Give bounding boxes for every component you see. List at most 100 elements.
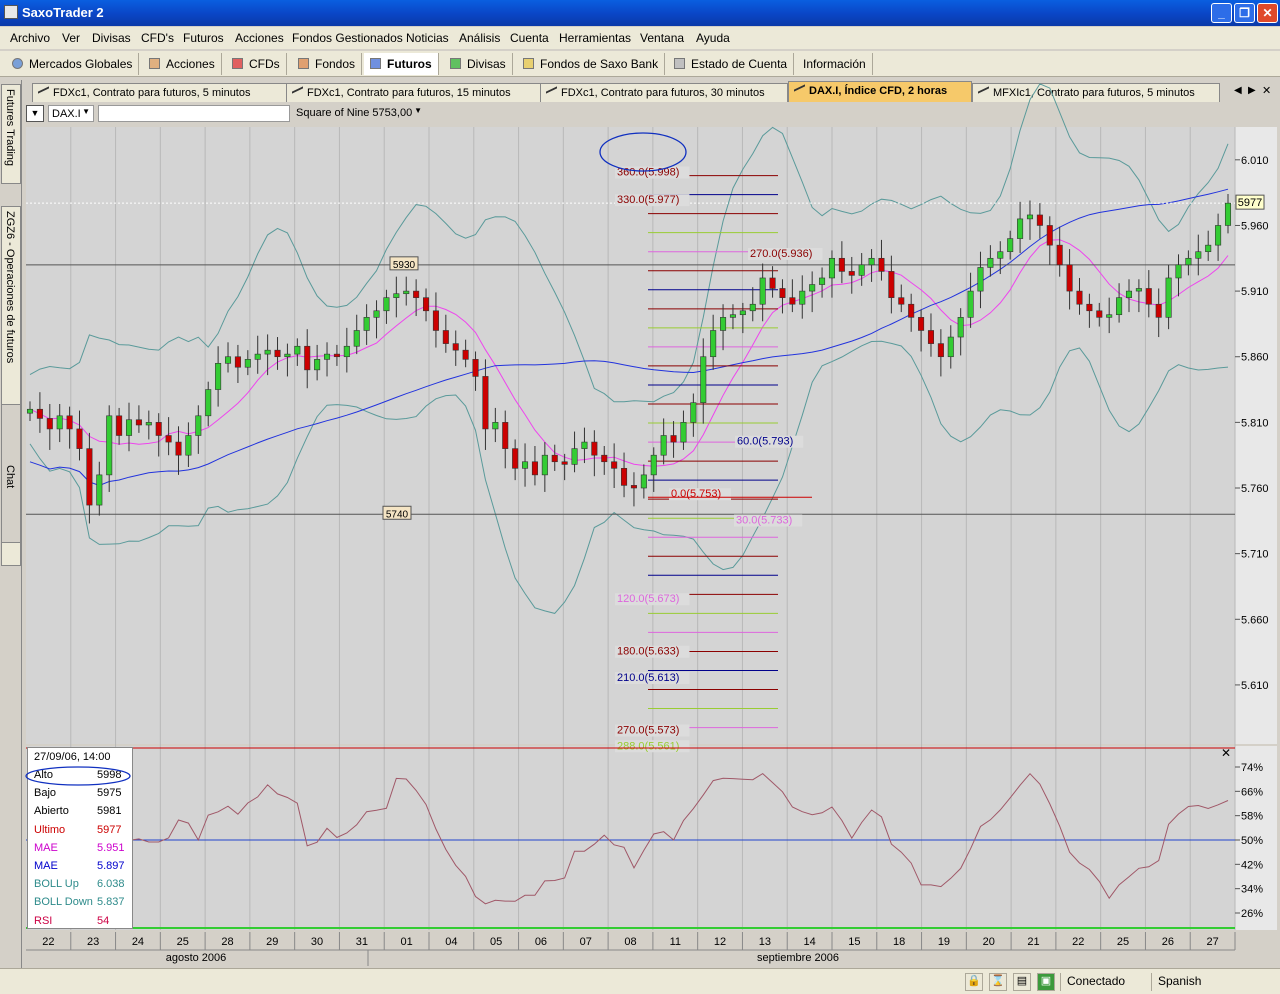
info-value: 5975 <box>97 787 122 800</box>
menu-herramientas[interactable]: Herramientas <box>559 31 631 45</box>
title-bar: SaxoTrader 2 _ ❐ ✕ <box>0 0 1280 26</box>
menu-divisas[interactable]: Divisas <box>92 31 131 45</box>
menu-cuenta[interactable]: Cuenta <box>510 31 549 45</box>
toolbar-divisas[interactable]: Divisas <box>444 53 513 75</box>
toolbar-mercados-globales[interactable]: Mercados Globales <box>6 53 140 75</box>
date-axis <box>26 932 1235 966</box>
info-row: MAE 5.897 <box>34 860 125 872</box>
chart-tab-icon <box>546 86 557 99</box>
rsi-close-icon[interactable]: ✕ <box>1221 746 1231 760</box>
chart-tab-icon <box>38 86 49 99</box>
menu-fondos-gestionados[interactable]: Fondos Gestionados <box>292 31 403 45</box>
tab-fdxc1-5m[interactable]: FDXc1, Contrato para futuros, 5 minutos <box>32 83 288 102</box>
price-axis <box>1235 127 1277 744</box>
side-tab-label: ZGZ6 - Operaciones de futuros <box>4 211 16 364</box>
symbol-search-input[interactable] <box>98 105 290 122</box>
info-label: RSI <box>34 914 53 927</box>
info-label: Bajo <box>34 787 57 800</box>
cfd-icon <box>232 58 243 69</box>
menu-futuros[interactable]: Futuros <box>183 31 224 45</box>
side-tab-notes-icon[interactable] <box>1 542 21 566</box>
side-tab-futures-trading[interactable]: Futures Trading <box>1 84 21 184</box>
tab-fdxc1-15m[interactable]: FDXc1, Contrato para futuros, 15 minutos <box>286 83 542 102</box>
secure-lock-icon[interactable]: ▣ <box>1037 973 1055 991</box>
minimize-button[interactable]: _ <box>1211 3 1232 23</box>
toolbar-label: Divisas <box>467 57 506 71</box>
tab-mfxic1-5m[interactable]: MFXIc1, Contrato para futuros, 5 minutos <box>972 83 1220 102</box>
menu-acciones[interactable]: Acciones <box>235 31 284 45</box>
tab-scroll-right-icon[interactable]: ▶ <box>1248 85 1256 96</box>
info-value: 5.951 <box>97 841 125 854</box>
language-status[interactable]: Spanish <box>1151 973 1271 991</box>
tab-close-icon[interactable]: ✕ <box>1262 84 1271 97</box>
tab-scroll-left-icon[interactable]: ◀ <box>1234 85 1242 96</box>
main-toolbar: Mercados Globales Acciones CFDs Fondos F… <box>0 51 1280 77</box>
indicator-value: Square of Nine 5753,00 <box>296 107 413 119</box>
symbol-value: DAX.I <box>52 108 81 120</box>
info-label: Abierto <box>34 805 69 818</box>
toolbar-label: Información <box>803 57 866 71</box>
menu-ventana[interactable]: Ventana <box>640 31 684 45</box>
tab-label: FDXc1, Contrato para futuros, 15 minutos <box>307 87 511 99</box>
app-icon <box>4 5 18 19</box>
account-icon <box>674 58 685 69</box>
menu-archivo[interactable]: Archivo <box>10 31 50 45</box>
indicator-select[interactable]: Square of Nine 5753,00 ▼ <box>294 105 424 122</box>
chart-toolbar: ▼ DAX.I ▼ Square of Nine 5753,00 ▼ <box>24 103 1276 125</box>
toolbar-informacion[interactable]: Información <box>797 53 873 75</box>
hourglass-icon[interactable]: ⌛ <box>989 973 1007 991</box>
tab-label: MFXIc1, Contrato para futuros, 5 minutos <box>993 87 1195 99</box>
symbol-select[interactable]: DAX.I ▼ <box>48 105 94 122</box>
info-value: 5977 <box>97 823 122 836</box>
toolbar-futuros[interactable]: Futuros <box>364 53 439 75</box>
toolbar-label: Fondos de Saxo Bank <box>540 57 659 71</box>
rsi-panel[interactable] <box>26 746 1235 930</box>
menu-noticias[interactable]: Noticias <box>406 31 449 45</box>
price-chart-area[interactable] <box>26 127 1235 744</box>
status-bar: 🔒 ⌛ ▤ ▣ Conectado Spanish <box>0 968 1280 994</box>
toolbar-label: Acciones <box>166 57 215 71</box>
close-button[interactable]: ✕ <box>1257 3 1278 23</box>
info-row: Bajo 5975 <box>34 787 121 800</box>
menu-ayuda[interactable]: Ayuda <box>696 31 730 45</box>
info-row: RSI 54 <box>34 914 109 927</box>
menu-cfds[interactable]: CFD's <box>141 31 174 45</box>
currency-icon <box>450 58 461 69</box>
chart-menu-button[interactable]: ▼ <box>26 105 44 122</box>
chart-tab-icon <box>978 86 989 99</box>
chart-tab-icon <box>292 86 303 99</box>
toolbar-label: Estado de Cuenta <box>691 57 788 71</box>
tab-fdxc1-30m[interactable]: FDXc1, Contrato para futuros, 30 minutos <box>540 83 788 102</box>
side-tab-chat[interactable]: Chat <box>1 404 21 564</box>
rsi-axis <box>1235 746 1277 930</box>
globe-icon <box>12 58 23 69</box>
side-tab-label: Chat <box>4 465 16 489</box>
side-panel: Futures Trading ZGZ6 - Operaciones de fu… <box>0 80 22 968</box>
toolbar-label: Fondos <box>315 57 356 71</box>
toolbar-estado-cuenta[interactable]: Estado de Cuenta <box>668 53 795 75</box>
toolbar-cfds[interactable]: CFDs <box>226 53 287 75</box>
menu-bar: Archivo Ver Divisas CFD's Futuros Accion… <box>0 27 1280 49</box>
info-row: BOLL Up 6.038 <box>34 878 125 890</box>
info-label: MAE <box>34 860 58 872</box>
chevron-down-icon: ▼ <box>414 106 422 115</box>
menu-analisis[interactable]: Análisis <box>459 31 500 45</box>
tab-dax-2h[interactable]: DAX.I, Índice CFD, 2 horas <box>788 81 972 102</box>
alto-highlight-ellipse <box>25 766 131 786</box>
menu-ver[interactable]: Ver <box>62 31 80 45</box>
network-icon[interactable]: ▤ <box>1013 973 1031 991</box>
chart-tab-icon <box>794 84 805 97</box>
chart-tabs: FDXc1, Contrato para futuros, 5 minutos … <box>22 80 1280 102</box>
toolbar-acciones[interactable]: Acciones <box>143 53 222 75</box>
info-datetime: 27/09/06, 14:00 <box>34 751 111 763</box>
lock-icon[interactable]: 🔒 <box>965 973 983 991</box>
info-label: Ultimo <box>34 823 66 836</box>
tab-label: FDXc1, Contrato para futuros, 30 minutos <box>561 87 765 99</box>
side-tab-label: Futures Trading <box>4 89 16 167</box>
tab-label: DAX.I, Índice CFD, 2 horas <box>809 85 948 97</box>
toolbar-fondos-saxo[interactable]: Fondos de Saxo Bank <box>517 53 666 75</box>
toolbar-fondos[interactable]: Fondos <box>292 53 363 75</box>
info-value: 5.837 <box>97 896 125 909</box>
info-label: MAE <box>34 841 58 854</box>
maximize-button[interactable]: ❐ <box>1234 3 1255 23</box>
